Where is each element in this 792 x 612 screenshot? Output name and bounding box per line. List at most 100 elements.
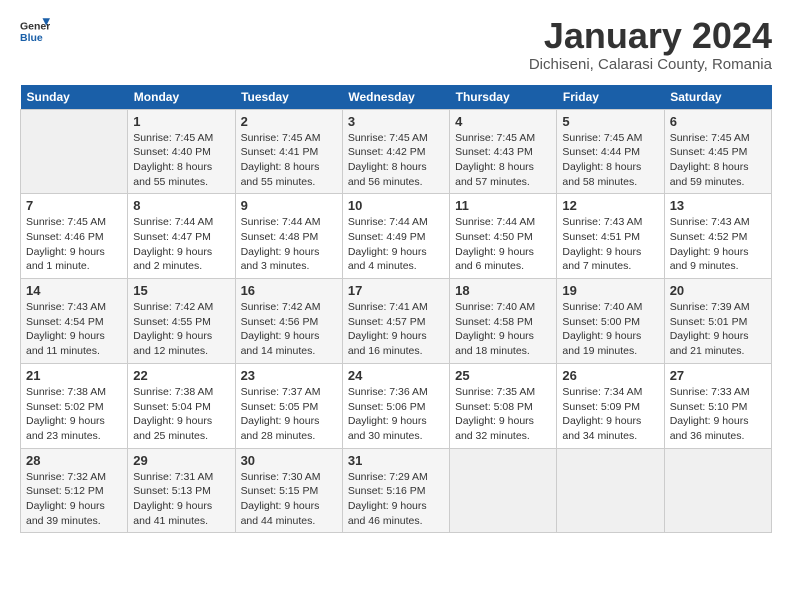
cell-sunrise: Sunrise: 7:45 AM bbox=[133, 132, 213, 144]
header-thursday: Thursday bbox=[450, 85, 557, 110]
cell-sunset: Sunset: 4:49 PM bbox=[348, 231, 426, 243]
calendar-cell-1-5: 12 Sunrise: 7:43 AM Sunset: 4:51 PM Dayl… bbox=[557, 194, 664, 279]
cell-sunrise: Sunrise: 7:35 AM bbox=[455, 386, 535, 398]
cell-daylight: Daylight: 9 hours and 2 minutes. bbox=[133, 246, 212, 273]
svg-text:Blue: Blue bbox=[20, 32, 43, 44]
main-container: General Blue January 2024 Dichiseni, Cal… bbox=[0, 0, 792, 543]
cell-daylight: Daylight: 8 hours and 56 minutes. bbox=[348, 161, 427, 188]
cell-sunrise: Sunrise: 7:40 AM bbox=[455, 301, 535, 313]
calendar-cell-3-3: 24 Sunrise: 7:36 AM Sunset: 5:06 PM Dayl… bbox=[342, 363, 449, 448]
cell-sunrise: Sunrise: 7:43 AM bbox=[562, 216, 642, 228]
cell-daylight: Daylight: 8 hours and 58 minutes. bbox=[562, 161, 641, 188]
cell-daylight: Daylight: 9 hours and 34 minutes. bbox=[562, 415, 641, 442]
cell-sunset: Sunset: 5:02 PM bbox=[26, 401, 104, 413]
cell-sunrise: Sunrise: 7:34 AM bbox=[562, 386, 642, 398]
cell-sunset: Sunset: 4:47 PM bbox=[133, 231, 211, 243]
calendar-cell-3-5: 26 Sunrise: 7:34 AM Sunset: 5:09 PM Dayl… bbox=[557, 363, 664, 448]
cell-sunset: Sunset: 4:58 PM bbox=[455, 316, 533, 328]
week-row-2: 7 Sunrise: 7:45 AM Sunset: 4:46 PM Dayli… bbox=[21, 194, 772, 279]
cell-daylight: Daylight: 9 hours and 4 minutes. bbox=[348, 246, 427, 273]
cell-sunset: Sunset: 5:05 PM bbox=[241, 401, 319, 413]
day-number: 29 bbox=[133, 453, 229, 468]
cell-daylight: Daylight: 9 hours and 41 minutes. bbox=[133, 500, 212, 527]
cell-sunrise: Sunrise: 7:43 AM bbox=[26, 301, 106, 313]
month-title: January 2024 bbox=[529, 16, 772, 56]
cell-daylight: Daylight: 9 hours and 25 minutes. bbox=[133, 415, 212, 442]
day-number: 21 bbox=[26, 368, 122, 383]
calendar-cell-2-3: 17 Sunrise: 7:41 AM Sunset: 4:57 PM Dayl… bbox=[342, 279, 449, 364]
cell-sunrise: Sunrise: 7:30 AM bbox=[241, 471, 321, 483]
cell-sunrise: Sunrise: 7:41 AM bbox=[348, 301, 428, 313]
cell-sunset: Sunset: 4:55 PM bbox=[133, 316, 211, 328]
calendar-cell-0-6: 6 Sunrise: 7:45 AM Sunset: 4:45 PM Dayli… bbox=[664, 109, 771, 194]
day-number: 10 bbox=[348, 198, 444, 213]
day-number: 1 bbox=[133, 114, 229, 129]
calendar-cell-1-3: 10 Sunrise: 7:44 AM Sunset: 4:49 PM Dayl… bbox=[342, 194, 449, 279]
cell-sunset: Sunset: 5:10 PM bbox=[670, 401, 748, 413]
logo: General Blue bbox=[20, 16, 50, 46]
cell-daylight: Daylight: 9 hours and 30 minutes. bbox=[348, 415, 427, 442]
cell-daylight: Daylight: 9 hours and 7 minutes. bbox=[562, 246, 641, 273]
calendar-cell-1-6: 13 Sunrise: 7:43 AM Sunset: 4:52 PM Dayl… bbox=[664, 194, 771, 279]
cell-sunset: Sunset: 4:45 PM bbox=[670, 146, 748, 158]
day-number: 20 bbox=[670, 283, 766, 298]
calendar-cell-0-1: 1 Sunrise: 7:45 AM Sunset: 4:40 PM Dayli… bbox=[128, 109, 235, 194]
cell-sunrise: Sunrise: 7:36 AM bbox=[348, 386, 428, 398]
header-wednesday: Wednesday bbox=[342, 85, 449, 110]
week-row-1: 1 Sunrise: 7:45 AM Sunset: 4:40 PM Dayli… bbox=[21, 109, 772, 194]
cell-sunset: Sunset: 5:15 PM bbox=[241, 485, 319, 497]
cell-sunset: Sunset: 4:50 PM bbox=[455, 231, 533, 243]
cell-sunset: Sunset: 5:12 PM bbox=[26, 485, 104, 497]
cell-sunrise: Sunrise: 7:39 AM bbox=[670, 301, 750, 313]
calendar-cell-0-5: 5 Sunrise: 7:45 AM Sunset: 4:44 PM Dayli… bbox=[557, 109, 664, 194]
calendar-cell-0-2: 2 Sunrise: 7:45 AM Sunset: 4:41 PM Dayli… bbox=[235, 109, 342, 194]
cell-sunrise: Sunrise: 7:40 AM bbox=[562, 301, 642, 313]
header-tuesday: Tuesday bbox=[235, 85, 342, 110]
cell-sunrise: Sunrise: 7:42 AM bbox=[133, 301, 213, 313]
cell-daylight: Daylight: 8 hours and 57 minutes. bbox=[455, 161, 534, 188]
calendar-cell-3-2: 23 Sunrise: 7:37 AM Sunset: 5:05 PM Dayl… bbox=[235, 363, 342, 448]
cell-sunrise: Sunrise: 7:45 AM bbox=[455, 132, 535, 144]
cell-sunrise: Sunrise: 7:45 AM bbox=[241, 132, 321, 144]
calendar-cell-4-6 bbox=[664, 448, 771, 533]
calendar-table: Sunday Monday Tuesday Wednesday Thursday… bbox=[20, 85, 772, 534]
cell-sunset: Sunset: 4:42 PM bbox=[348, 146, 426, 158]
cell-sunrise: Sunrise: 7:31 AM bbox=[133, 471, 213, 483]
day-number: 28 bbox=[26, 453, 122, 468]
cell-daylight: Daylight: 9 hours and 14 minutes. bbox=[241, 330, 320, 357]
calendar-cell-0-3: 3 Sunrise: 7:45 AM Sunset: 4:42 PM Dayli… bbox=[342, 109, 449, 194]
cell-sunset: Sunset: 4:40 PM bbox=[133, 146, 211, 158]
day-number: 7 bbox=[26, 198, 122, 213]
day-number: 25 bbox=[455, 368, 551, 383]
cell-sunset: Sunset: 5:13 PM bbox=[133, 485, 211, 497]
calendar-cell-2-1: 15 Sunrise: 7:42 AM Sunset: 4:55 PM Dayl… bbox=[128, 279, 235, 364]
header-row: Sunday Monday Tuesday Wednesday Thursday… bbox=[21, 85, 772, 110]
cell-daylight: Daylight: 9 hours and 12 minutes. bbox=[133, 330, 212, 357]
day-number: 4 bbox=[455, 114, 551, 129]
cell-sunrise: Sunrise: 7:45 AM bbox=[348, 132, 428, 144]
day-number: 2 bbox=[241, 114, 337, 129]
day-number: 22 bbox=[133, 368, 229, 383]
cell-sunset: Sunset: 4:46 PM bbox=[26, 231, 104, 243]
cell-sunset: Sunset: 5:08 PM bbox=[455, 401, 533, 413]
day-number: 8 bbox=[133, 198, 229, 213]
title-section: January 2024 Dichiseni, Calarasi County,… bbox=[529, 16, 772, 73]
calendar-cell-1-4: 11 Sunrise: 7:44 AM Sunset: 4:50 PM Dayl… bbox=[450, 194, 557, 279]
calendar-cell-3-4: 25 Sunrise: 7:35 AM Sunset: 5:08 PM Dayl… bbox=[450, 363, 557, 448]
cell-sunset: Sunset: 5:09 PM bbox=[562, 401, 640, 413]
cell-sunset: Sunset: 4:44 PM bbox=[562, 146, 640, 158]
day-number: 18 bbox=[455, 283, 551, 298]
cell-sunrise: Sunrise: 7:44 AM bbox=[348, 216, 428, 228]
cell-sunrise: Sunrise: 7:44 AM bbox=[455, 216, 535, 228]
cell-sunset: Sunset: 4:52 PM bbox=[670, 231, 748, 243]
calendar-cell-2-6: 20 Sunrise: 7:39 AM Sunset: 5:01 PM Dayl… bbox=[664, 279, 771, 364]
cell-sunrise: Sunrise: 7:44 AM bbox=[241, 216, 321, 228]
header-section: General Blue January 2024 Dichiseni, Cal… bbox=[20, 16, 772, 73]
day-number: 6 bbox=[670, 114, 766, 129]
cell-sunset: Sunset: 4:48 PM bbox=[241, 231, 319, 243]
day-number: 9 bbox=[241, 198, 337, 213]
calendar-cell-4-1: 29 Sunrise: 7:31 AM Sunset: 5:13 PM Dayl… bbox=[128, 448, 235, 533]
cell-sunrise: Sunrise: 7:42 AM bbox=[241, 301, 321, 313]
calendar-cell-4-5 bbox=[557, 448, 664, 533]
cell-sunrise: Sunrise: 7:38 AM bbox=[133, 386, 213, 398]
